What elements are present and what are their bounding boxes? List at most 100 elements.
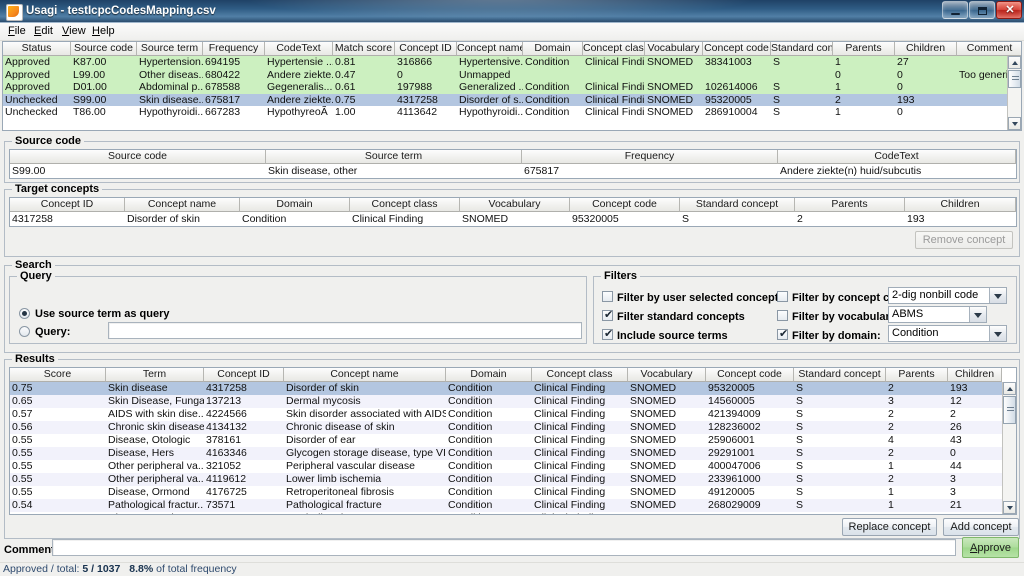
results-table[interactable]: ScoreTermConcept IDConcept nameDomainCon… xyxy=(9,367,1017,515)
column-header-concept-id[interactable]: Concept ID xyxy=(204,368,284,382)
table-row[interactable]: 4317258Disorder of skinConditionClinical… xyxy=(10,212,1016,226)
table-row[interactable]: ApprovedL99.00Other diseas...680422Ander… xyxy=(3,69,1021,82)
column-header-concept-code[interactable]: Concept code xyxy=(570,198,680,212)
scroll-up-icon[interactable] xyxy=(1008,56,1021,69)
filter-vocabulary-checkbox[interactable] xyxy=(777,310,788,321)
filter-standard-concepts-checkbox[interactable] xyxy=(602,310,613,321)
menu-help[interactable]: Help xyxy=(86,24,121,39)
results-table-header[interactable]: ScoreTermConcept IDConcept nameDomainCon… xyxy=(10,368,1016,382)
include-source-terms-checkbox[interactable] xyxy=(602,329,613,340)
approve-button[interactable]: Approve xyxy=(962,537,1019,558)
menu-edit[interactable]: Edit xyxy=(28,24,59,39)
maximize-icon[interactable] xyxy=(969,1,995,19)
column-header-domain[interactable]: Domain xyxy=(240,198,350,212)
column-header-codetext[interactable]: CodeText xyxy=(778,150,1016,164)
table-row[interactable]: S99.00Skin disease, other675817Andere zi… xyxy=(10,164,1016,178)
mapping-table[interactable]: StatusSource codeSource termFrequencyCod… xyxy=(2,41,1022,131)
use-source-term-radio[interactable] xyxy=(19,308,30,319)
filter-user-selected-checkbox[interactable] xyxy=(602,291,613,302)
target-concepts-table-header[interactable]: Concept IDConcept nameDomainConcept clas… xyxy=(10,198,1016,212)
close-icon[interactable]: ✕ xyxy=(996,1,1022,19)
column-header-source-code[interactable]: Source code xyxy=(10,150,266,164)
filter-concept-class-checkbox[interactable] xyxy=(777,291,788,302)
table-row[interactable]: 0.75Skin disease4317258Disorder of skinC… xyxy=(10,382,1016,396)
column-header-frequency[interactable]: Frequency xyxy=(522,150,778,164)
column-header-codetext[interactable]: CodeText xyxy=(265,42,333,56)
results-table-body[interactable]: 0.75Skin disease4317258Disorder of skinC… xyxy=(10,382,1016,515)
column-header-domain[interactable]: Domain xyxy=(523,42,583,56)
table-row[interactable]: 0.57AIDS with skin dise...4224566Skin di… xyxy=(10,408,1016,422)
comment-input[interactable] xyxy=(52,539,956,556)
column-header-concept-class[interactable]: Concept class xyxy=(583,42,645,56)
table-row[interactable]: 0.55Disease, Otologic378161Disorder of e… xyxy=(10,434,1016,448)
target-concepts-table[interactable]: Concept IDConcept nameDomainConcept clas… xyxy=(9,197,1017,227)
chevron-down-icon[interactable] xyxy=(989,288,1006,303)
column-header-domain[interactable]: Domain xyxy=(446,368,532,382)
column-header-vocabulary[interactable]: Vocabulary xyxy=(460,198,570,212)
table-row[interactable]: 0.55Other peripheral va...4119612Lower l… xyxy=(10,473,1016,487)
source-code-table-header[interactable]: Source codeSource termFrequencyCodeText xyxy=(10,150,1016,164)
query-input[interactable] xyxy=(108,322,582,339)
column-header-standard-concept[interactable]: Standard concept xyxy=(680,198,795,212)
column-header-score[interactable]: Score xyxy=(10,368,106,382)
table-row[interactable]: 0.52Disease, Tooth4122115Tooth disorderC… xyxy=(10,512,1016,515)
column-header-concept-code[interactable]: Concept code xyxy=(703,42,771,56)
column-header-vocabulary[interactable]: Vocabulary xyxy=(645,42,703,56)
chevron-down-icon[interactable] xyxy=(989,326,1006,341)
table-row[interactable]: 0.55Disease, Hers4163346Glycogen storage… xyxy=(10,447,1016,461)
filter-domain-checkbox[interactable] xyxy=(777,329,788,340)
column-header-concept-id[interactable]: Concept ID xyxy=(10,198,125,212)
scroll-down-icon[interactable] xyxy=(1003,501,1016,514)
column-header-parents[interactable]: Parents xyxy=(795,198,905,212)
table-row[interactable]: ApprovedD01.00Abdominal p...678588Gegene… xyxy=(3,81,1021,94)
column-header-children[interactable]: Children xyxy=(895,42,957,56)
column-header-parents[interactable]: Parents xyxy=(886,368,948,382)
column-header-children[interactable]: Children xyxy=(905,198,1016,212)
chevron-down-icon[interactable] xyxy=(969,307,986,322)
column-header-source-code[interactable]: Source code xyxy=(71,42,137,56)
domain-select[interactable]: Condition xyxy=(888,325,1007,342)
table-row[interactable]: 0.54Pathological fractur...73571Patholog… xyxy=(10,499,1016,513)
column-header-comment[interactable]: Comment xyxy=(957,42,1022,56)
column-header-frequency[interactable]: Frequency xyxy=(203,42,265,56)
column-header-match-score[interactable]: Match score xyxy=(333,42,395,56)
table-row[interactable]: 0.55Other peripheral va...321052Peripher… xyxy=(10,460,1016,474)
column-header-standard-con[interactable]: Standard con... xyxy=(771,42,833,56)
replace-concept-button[interactable]: Replace concept xyxy=(842,518,937,536)
add-concept-button[interactable]: Add concept xyxy=(943,518,1019,536)
column-header-concept-code[interactable]: Concept code xyxy=(706,368,794,382)
table-row[interactable]: UncheckedT86.00Hypothyroidi...667283Hypo… xyxy=(3,106,1021,119)
source-code-table[interactable]: Source codeSource termFrequencyCodeText … xyxy=(9,149,1017,179)
column-header-term[interactable]: Term xyxy=(106,368,204,382)
minimize-icon[interactable] xyxy=(942,1,968,19)
table-row[interactable]: 0.65Skin Disease, Fungal137213Dermal myc… xyxy=(10,395,1016,409)
table-row[interactable]: 0.55Disease, Ormond4176725Retroperitonea… xyxy=(10,486,1016,500)
results-table-scrollbar[interactable] xyxy=(1002,382,1016,514)
column-header-concept-class[interactable]: Concept class xyxy=(350,198,460,212)
table-row[interactable]: ApprovedK87.00Hypertension...694195Hyper… xyxy=(3,56,1021,69)
mapping-table-scrollbar[interactable] xyxy=(1007,56,1021,130)
column-header-concept-name[interactable]: Concept name xyxy=(457,42,523,56)
mapping-table-header[interactable]: StatusSource codeSource termFrequencyCod… xyxy=(3,42,1021,56)
column-header-concept-id[interactable]: Concept ID xyxy=(395,42,457,56)
column-header-children[interactable]: Children xyxy=(948,368,1002,382)
column-header-concept-name[interactable]: Concept name xyxy=(284,368,446,382)
concept-class-select[interactable]: 2-dig nonbill code xyxy=(888,287,1007,304)
column-header-source-term[interactable]: Source term xyxy=(266,150,522,164)
scroll-down-icon[interactable] xyxy=(1008,117,1021,130)
scroll-up-icon[interactable] xyxy=(1003,382,1016,395)
table-row[interactable]: UncheckedS99.00Skin disease...675817Ande… xyxy=(3,94,1021,107)
column-header-source-term[interactable]: Source term xyxy=(137,42,203,56)
column-header-vocabulary[interactable]: Vocabulary xyxy=(628,368,706,382)
scrollbar-thumb[interactable] xyxy=(1003,396,1016,424)
table-row[interactable]: 0.56Chronic skin disease4134132Chronic d… xyxy=(10,421,1016,435)
column-header-concept-class[interactable]: Concept class xyxy=(532,368,628,382)
remove-concept-button[interactable]: Remove concept xyxy=(915,231,1013,249)
query-radio[interactable] xyxy=(19,326,30,337)
column-header-standard-concept[interactable]: Standard concept xyxy=(794,368,886,382)
column-header-concept-name[interactable]: Concept name xyxy=(125,198,240,212)
column-header-status[interactable]: Status xyxy=(3,42,71,56)
vocabulary-select[interactable]: ABMS xyxy=(888,306,987,323)
column-header-parents[interactable]: Parents xyxy=(833,42,895,56)
scrollbar-thumb[interactable] xyxy=(1008,70,1021,88)
